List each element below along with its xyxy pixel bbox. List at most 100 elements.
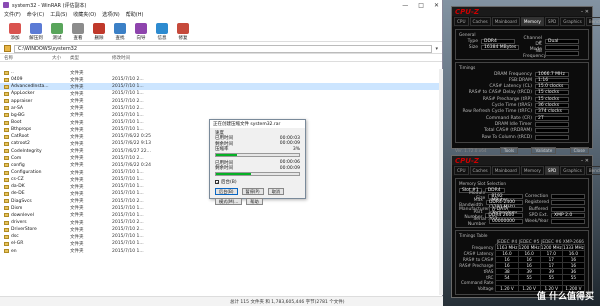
type-value: DDR4 — [481, 38, 515, 44]
file-type: 文件夹 — [70, 70, 84, 76]
tab-graphics[interactable]: Graphics — [560, 166, 585, 175]
help-button[interactable]: 帮助 — [246, 198, 263, 205]
checkbox-icon[interactable]: ✓ — [215, 180, 219, 185]
tab-memory[interactable]: Memory — [520, 166, 544, 175]
file-type: 文件夹 — [70, 163, 84, 169]
size-label: Size — [468, 44, 478, 50]
tab-mainboard[interactable]: Mainboard — [491, 166, 520, 175]
file-name-cell: Dism — [4, 206, 52, 211]
col-name[interactable]: 名称 — [4, 55, 52, 61]
minimize-icon[interactable]: – — [581, 158, 584, 164]
slot-group: Memory Slot Selection Slot #1 DDR4 Modul… — [455, 178, 589, 228]
file-row[interactable]: dsc 文件夹 2015/7/10 1... — [0, 233, 440, 240]
tools-button[interactable]: Tools — [499, 147, 519, 155]
file-row[interactable]: appraiser 文件夹 2015/7/10 2... — [0, 98, 440, 105]
spd-value: DDR4 2600 2G2 — [485, 212, 523, 222]
timing-row: Row Refresh Cycle Time (tRFC) 374 clocks — [459, 109, 585, 115]
toolbar-button[interactable]: 向导 — [132, 23, 150, 41]
folder-icon — [4, 184, 9, 189]
timing-value: 374 clocks — [535, 109, 569, 115]
timings-table: JEDEC #4 JEDEC #5 JEDEC #6 XMP-2666 Frequenc… — [459, 239, 586, 292]
file-type: 文件夹 — [70, 234, 84, 240]
validate-button[interactable]: Validate — [531, 147, 557, 155]
menu-item[interactable]: 选项(N) — [102, 11, 120, 18]
tab-memory[interactable]: Memory — [520, 17, 544, 26]
menu-item[interactable]: 收藏夹(O) — [73, 11, 96, 18]
file-name-cell: downlevel — [4, 213, 52, 218]
file-row[interactable]: downlevel 文件夹 2015/7/10 1... — [0, 212, 440, 219]
spd-value — [551, 200, 585, 206]
table-row-label: CAS# Latency — [463, 250, 494, 256]
menu-item[interactable]: 文件(F) — [4, 11, 21, 18]
tab-spd[interactable]: SPD — [544, 166, 560, 175]
maximize-icon[interactable]: □ — [418, 2, 424, 9]
cancel-button[interactable]: 取消 — [267, 188, 285, 195]
toolbar-label: 查找 — [115, 36, 125, 41]
tab-caches[interactable]: Caches — [469, 166, 491, 175]
timing-row: RAS# Precharge (tRP) 15 clocks — [459, 96, 585, 102]
toolbar-label: 删除 — [94, 36, 104, 41]
tab-mainboard[interactable]: Mainboard — [491, 17, 520, 26]
toolbar-button[interactable]: 查看 — [69, 23, 87, 41]
toolbar-icon — [30, 23, 42, 34]
file-row[interactable]: drivers 文件夹 2015/7/10 2... — [0, 219, 440, 226]
file-row[interactable]: AppLocker 文件夹 2015/7/10 1... — [0, 90, 440, 97]
file-row[interactable]: 0409 文件夹 2015/7/10 2... — [0, 76, 440, 83]
tab-cpu[interactable]: CPU — [454, 166, 469, 175]
menu-item[interactable]: 工具(S) — [50, 11, 67, 18]
toolbar-button[interactable]: 信息 — [153, 23, 171, 41]
path-field[interactable]: C:\WINDOWS\system32 — [14, 44, 433, 53]
file-row[interactable]: DriverStore 文件夹 2015/7/10 2... — [0, 226, 440, 233]
col-modified[interactable]: 修改时间 — [112, 55, 152, 61]
toolbar-button[interactable]: 查找 — [111, 23, 129, 41]
file-name: CatRoot — [11, 134, 29, 140]
pause-button[interactable]: 暂停(P) — [241, 188, 264, 195]
tab-spd[interactable]: SPD — [544, 17, 560, 26]
chevron-down-icon[interactable]: ▾ — [435, 46, 438, 52]
file-type: 文件夹 — [70, 149, 84, 155]
toolbar-button[interactable]: 修复 — [174, 23, 192, 41]
background-checkbox[interactable]: ✓ 后台(B) — [215, 179, 300, 185]
close-button[interactable]: Close — [569, 147, 589, 155]
up-folder-icon[interactable] — [4, 45, 11, 52]
background-button[interactable]: 后台(B) — [215, 188, 238, 195]
file-row[interactable]: bg-BG 文件夹 2015/7/10 1... — [0, 112, 440, 119]
toolbar-icon — [72, 23, 84, 34]
file-row[interactable]: el-GR 文件夹 2015/7/10 1... — [0, 240, 440, 247]
scrollbar[interactable] — [439, 69, 443, 295]
file-name: de-DE — [11, 191, 25, 197]
file-row[interactable]: ar-SA 文件夹 2015/7/10 2... — [0, 105, 440, 112]
file-row[interactable]: .. 文件夹 — [0, 69, 440, 76]
folder-icon — [4, 113, 9, 118]
timing-value: 1:16 — [535, 77, 569, 83]
tab-bench[interactable]: Bench — [585, 166, 600, 175]
toolbar-button[interactable]: 添加 — [6, 23, 24, 41]
file-name: Com — [11, 155, 22, 161]
tab-caches[interactable]: Caches — [469, 17, 491, 26]
toolbar-button[interactable]: 删除 — [90, 23, 108, 41]
menu-item[interactable]: 帮助(H) — [126, 11, 144, 18]
tab-graphics[interactable]: Graphics — [560, 17, 585, 26]
minimize-icon[interactable]: — — [402, 2, 408, 9]
file-row[interactable]: AdvancedInsta... 文件夹 2015/7/10 1... — [0, 83, 440, 91]
file-name: drivers — [11, 220, 27, 226]
close-icon[interactable]: ✕ — [585, 9, 589, 15]
toolbar-button[interactable]: 测试 — [48, 23, 66, 41]
tab-cpu[interactable]: CPU — [454, 17, 469, 26]
mode-button[interactable]: 模式(M)... — [215, 198, 243, 205]
close-icon[interactable]: ✕ — [434, 2, 439, 9]
minimize-icon[interactable]: – — [581, 9, 584, 15]
folder-icon — [4, 163, 9, 168]
file-row[interactable]: en 文件夹 2015/7/10 1... — [0, 248, 440, 255]
toolbar-button[interactable]: 解压到 — [27, 23, 45, 41]
timing-row: Cycle Time (tRAS) 36 clocks — [459, 102, 585, 109]
col-size[interactable]: 大小 — [52, 55, 70, 61]
file-name: Boot — [11, 120, 22, 126]
table-cell: 1163 MHz — [495, 243, 519, 251]
tab-bench[interactable]: Bench — [585, 17, 600, 26]
folder-icon — [4, 156, 9, 161]
close-icon[interactable]: ✕ — [585, 158, 589, 164]
menu-item[interactable]: 命令(C) — [27, 11, 44, 18]
table-row-label: Voltage — [477, 285, 494, 291]
col-type[interactable]: 类型 — [70, 55, 112, 61]
